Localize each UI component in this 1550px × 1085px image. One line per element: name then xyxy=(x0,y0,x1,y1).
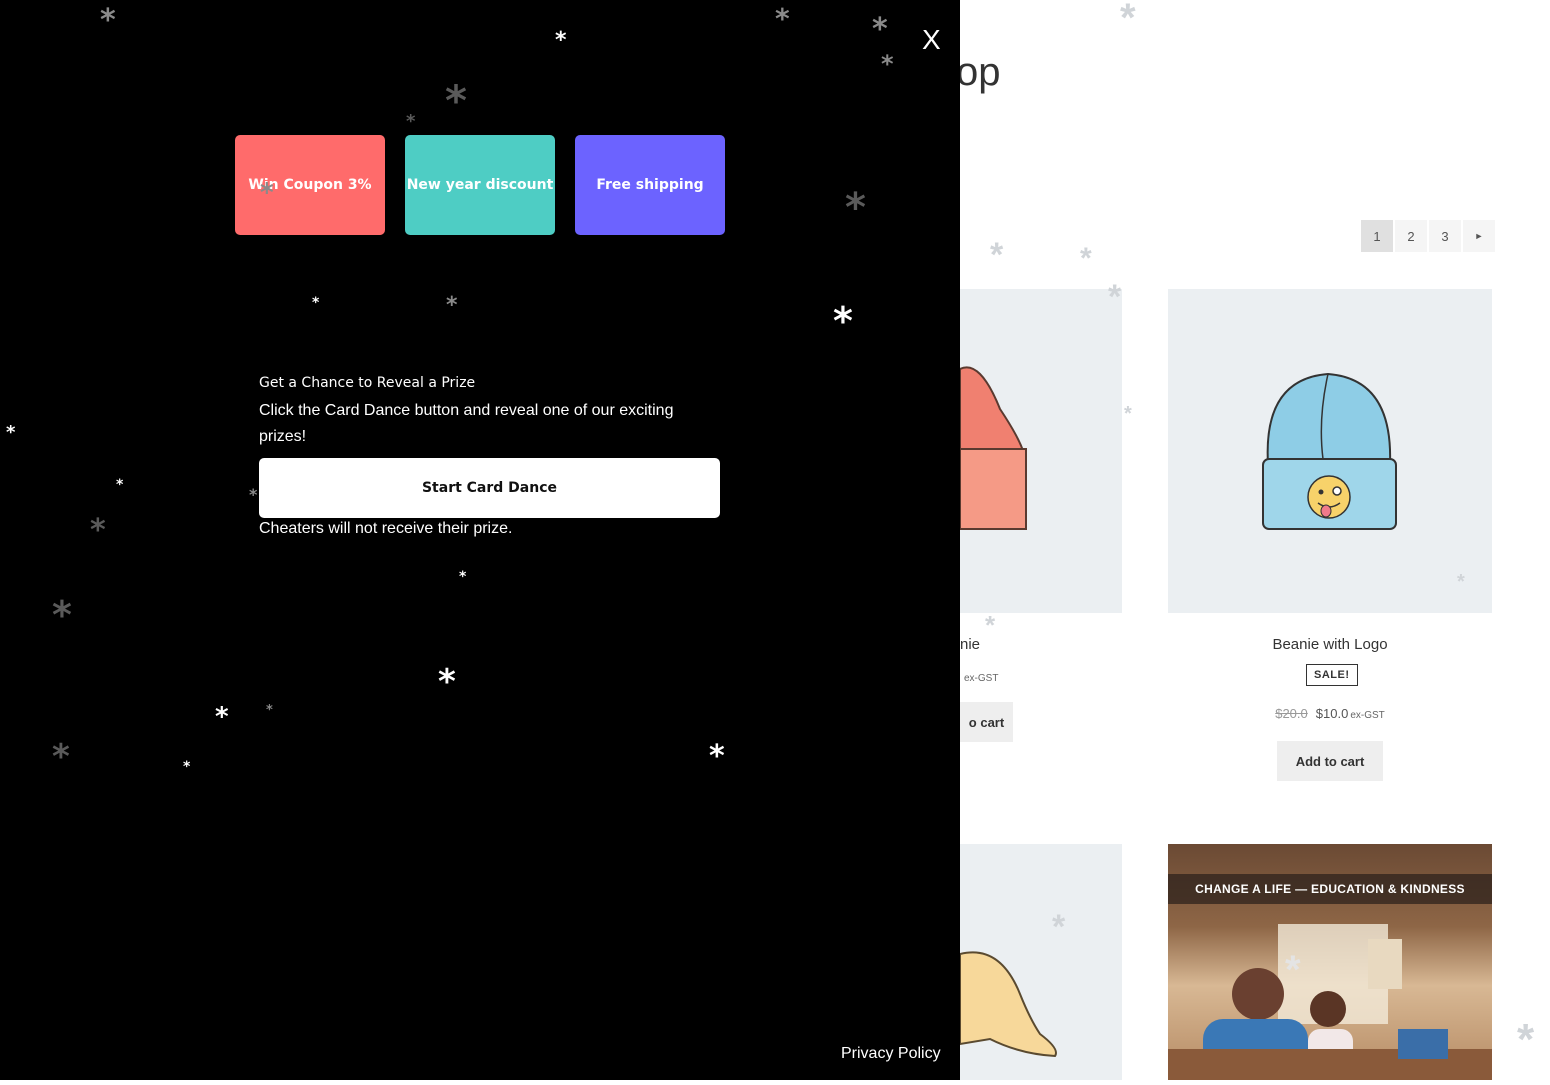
prize-card-coupon[interactable]: Win Coupon 3% xyxy=(235,135,385,235)
product-image[interactable] xyxy=(959,844,1122,1080)
product-image[interactable] xyxy=(959,289,1122,613)
snowflake-icon: * xyxy=(90,513,106,548)
snowflake-icon: * xyxy=(249,485,258,504)
snowflake-icon: * xyxy=(312,295,320,311)
snowflake-icon: * xyxy=(6,422,16,443)
prize-heading: Get a Chance to Reveal a Prize xyxy=(259,375,476,391)
start-card-dance-button[interactable]: Start Card Dance xyxy=(259,458,720,518)
beanie-red-icon xyxy=(959,366,1027,530)
add-to-cart-button[interactable]: Add to cart xyxy=(1277,741,1383,781)
snowflake-icon: * xyxy=(1120,0,1136,40)
prize-description: Click the Card Dance button and reveal o… xyxy=(259,402,674,445)
snowflake-icon: * xyxy=(1052,908,1066,946)
snowflake-icon: * xyxy=(266,703,273,718)
product-image[interactable]: CHANGE A LIFE — EDUCATION & KINDNESS xyxy=(1168,844,1492,1080)
cap-icon xyxy=(959,951,1057,1058)
snowflake-icon: * xyxy=(709,739,725,774)
card-dance-overlay: X Win Coupon 3% New year discount Free s… xyxy=(0,0,960,1080)
snowflake-icon: * xyxy=(990,236,1004,274)
sale-badge: SALE! xyxy=(1306,664,1358,686)
snowflake-icon: * xyxy=(872,12,888,47)
product-name[interactable]: Beanie with Logo xyxy=(1168,636,1492,653)
page-1-link[interactable]: 1 xyxy=(1361,220,1393,252)
prize-card-shipping[interactable]: Free shipping xyxy=(575,135,725,235)
privacy-policy-link[interactable]: Privacy Policy xyxy=(841,1045,941,1063)
add-to-cart-button[interactable]: o cart xyxy=(960,702,1013,742)
snowflake-icon: * xyxy=(406,111,416,132)
snowflake-icon: * xyxy=(1517,1015,1535,1064)
snowflake-icon: * xyxy=(100,3,116,38)
snowflake-icon: * xyxy=(1108,278,1122,316)
snowflake-icon: * xyxy=(438,662,456,702)
snowflake-icon: * xyxy=(446,293,458,318)
next-page-icon[interactable]: ► xyxy=(1463,220,1495,252)
snowflake-icon: * xyxy=(459,569,467,585)
snowflake-icon: * xyxy=(1285,948,1301,992)
snowflake-icon: * xyxy=(555,28,567,53)
price-tax-note: ex-GST xyxy=(1350,710,1385,721)
snowflake-icon: * xyxy=(215,702,229,732)
snowflake-icon: * xyxy=(52,593,72,637)
page-2-link[interactable]: 2 xyxy=(1395,220,1427,252)
snowflake-icon: * xyxy=(52,737,70,777)
snowflake-icon: * xyxy=(845,185,866,231)
page-title: op xyxy=(956,50,1001,94)
snowflake-icon: * xyxy=(985,610,996,640)
product-image[interactable] xyxy=(1168,289,1492,613)
snowflake-icon: * xyxy=(183,759,191,775)
product-price: ex-GST xyxy=(962,669,998,684)
beanie-blue-logo-icon xyxy=(1262,372,1397,530)
prize-card-new-year[interactable]: New year discount xyxy=(405,135,555,235)
snowflake-icon: * xyxy=(116,477,124,493)
price-tax-note: ex-GST xyxy=(964,673,999,684)
snowflake-icon: * xyxy=(1457,571,1465,593)
classroom-photo-icon xyxy=(1168,924,1492,1080)
snowflake-icon: * xyxy=(445,76,467,125)
snowflake-icon: * xyxy=(1080,242,1092,275)
cheater-warning: Cheaters will not receive their prize. xyxy=(259,520,513,537)
snowflake-icon: * xyxy=(1124,403,1132,425)
product-price: $20.0 $10.0 ex-GST xyxy=(1168,706,1492,721)
snowflake-icon: * xyxy=(775,2,790,35)
sale-price: $10.0 xyxy=(1315,706,1349,721)
close-button[interactable]: X xyxy=(922,26,941,54)
snowflake-icon: * xyxy=(881,50,894,78)
snowflake-icon: * xyxy=(833,299,853,343)
product-name[interactable]: nie xyxy=(960,636,980,653)
page-3-link[interactable]: 3 xyxy=(1429,220,1461,252)
old-price: $20.0 xyxy=(1275,706,1308,721)
pagination: 1 2 3 ► xyxy=(1361,220,1495,252)
snowflake-icon: * xyxy=(260,178,274,208)
